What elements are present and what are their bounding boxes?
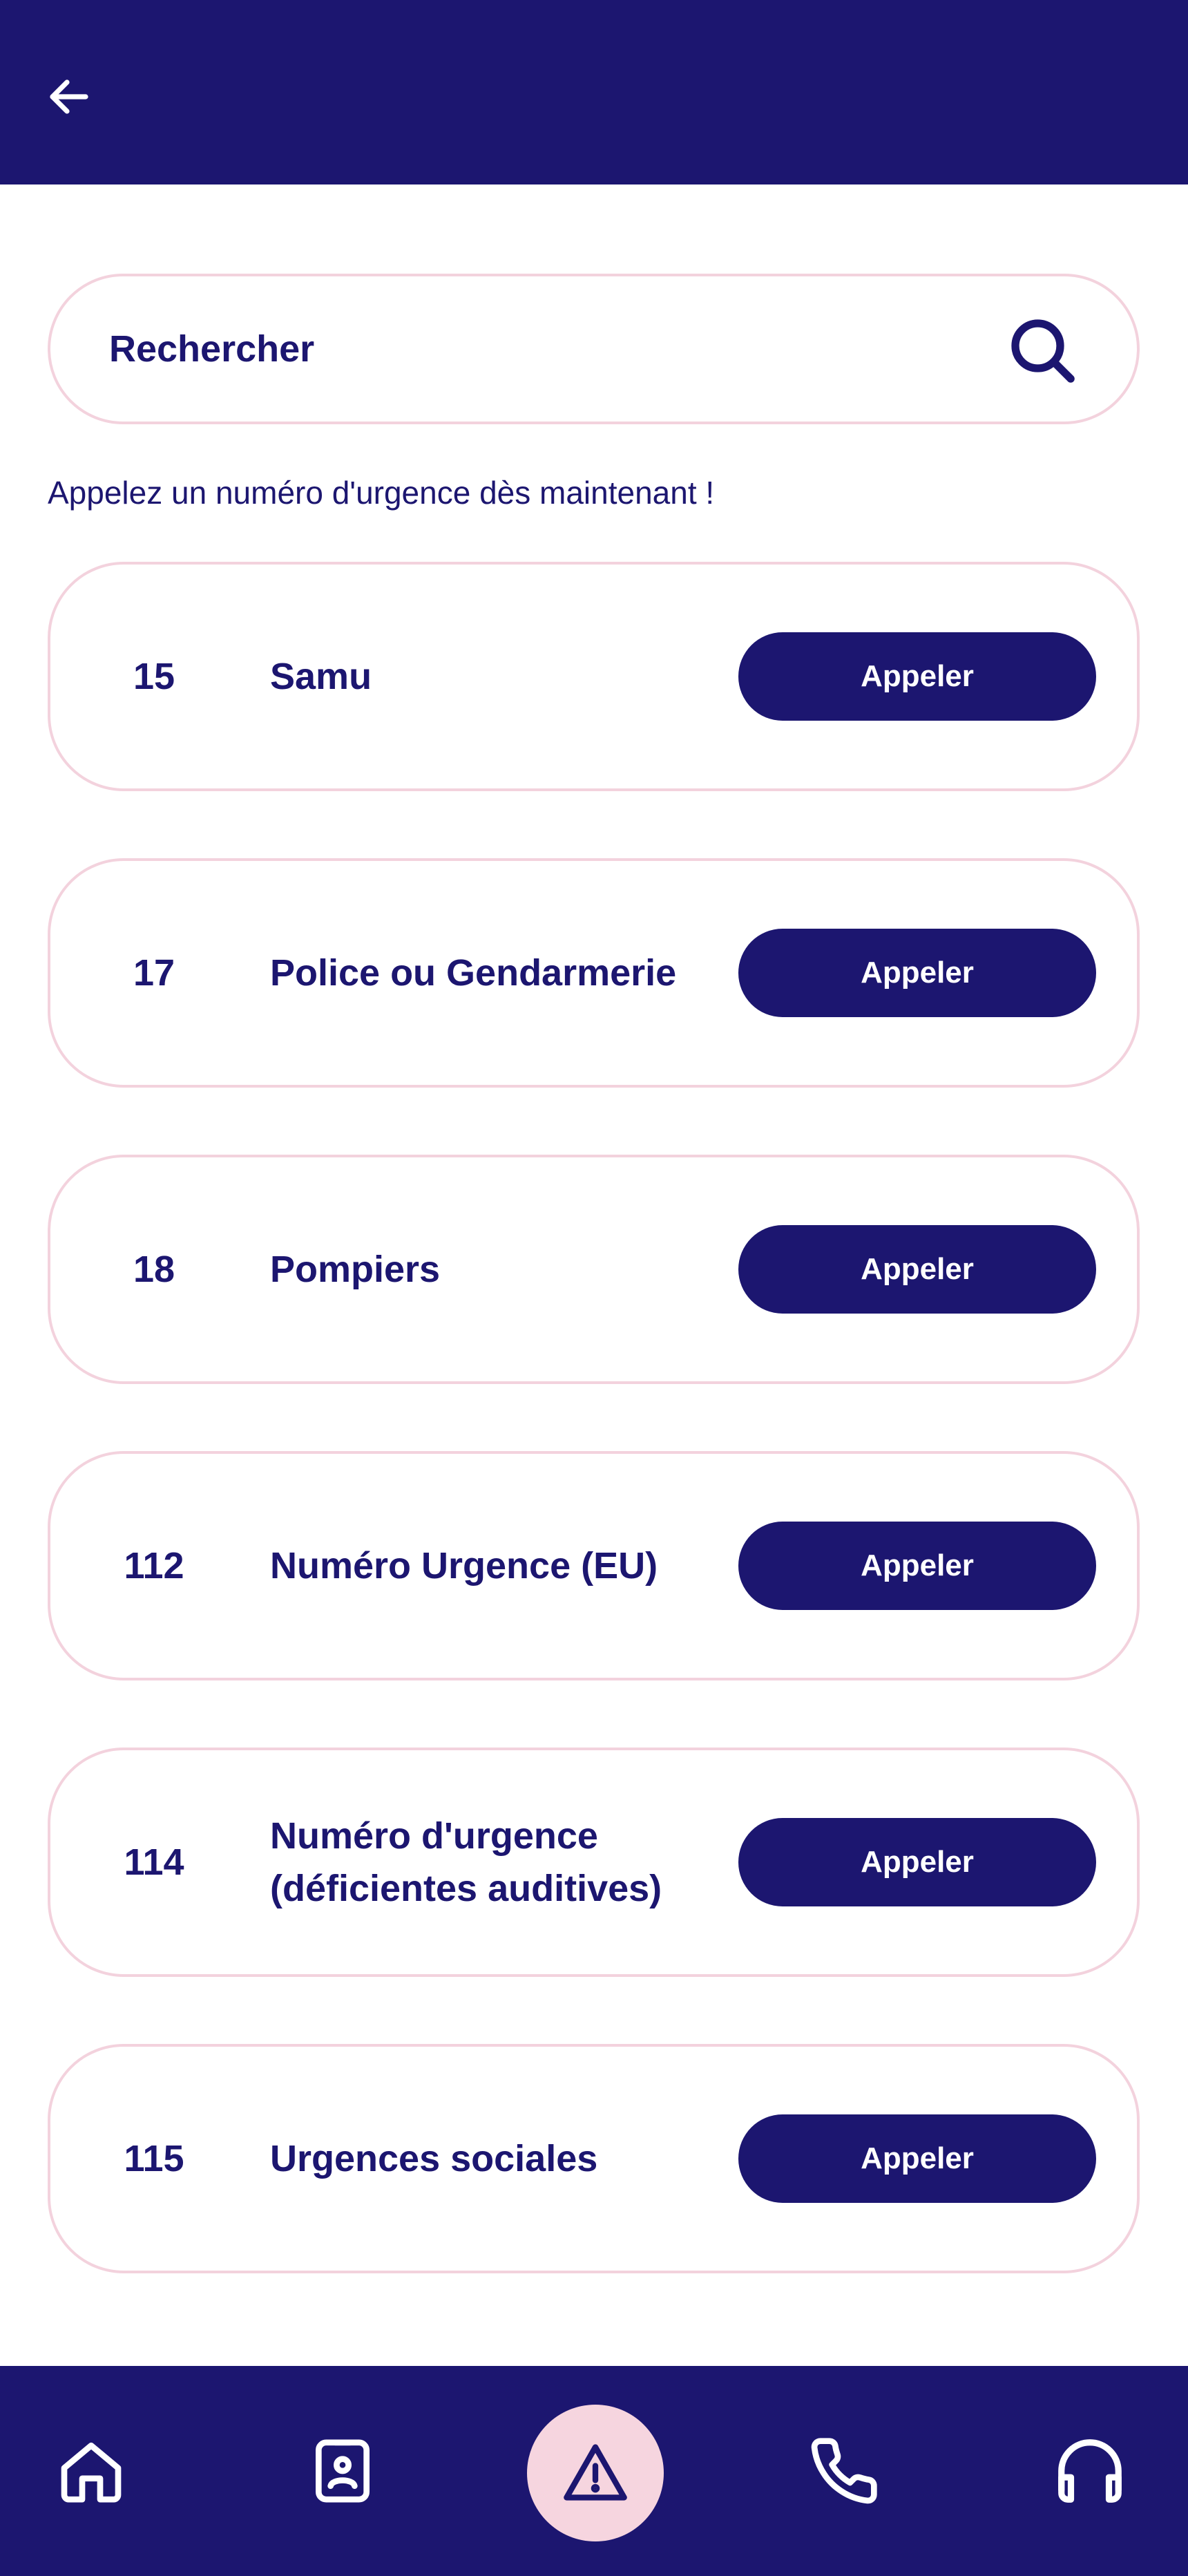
phone-icon — [811, 2438, 877, 2504]
nav-contacts[interactable] — [274, 2366, 412, 2576]
warning-icon — [564, 2444, 627, 2501]
emergency-service-name: Pompiers — [270, 1249, 441, 1290]
call-button[interactable]: Appeler — [738, 1818, 1096, 1906]
search-input[interactable] — [109, 276, 973, 422]
call-button[interactable]: Appeler — [738, 1522, 1096, 1610]
nav-home[interactable] — [22, 2366, 160, 2576]
emergency-card: 115 Urgences sociales Appeler — [48, 2044, 1140, 2273]
emergency-service-name: Numéro d'urgence (déficientes auditives) — [270, 1815, 662, 1909]
emergency-number: 18 — [133, 1249, 175, 1290]
call-button[interactable]: Appeler — [738, 929, 1096, 1017]
emergency-number: 115 — [124, 2138, 184, 2179]
emergency-card: 15 Samu Appeler — [48, 562, 1140, 791]
nav-support[interactable] — [1021, 2366, 1159, 2576]
nav-phone[interactable] — [775, 2366, 913, 2576]
emergency-card: 114 Numéro d'urgence (déficientes auditi… — [48, 1748, 1140, 1977]
call-button[interactable]: Appeler — [738, 2114, 1096, 2203]
call-button[interactable]: Appeler — [738, 1225, 1096, 1314]
emergency-number: 114 — [124, 1841, 184, 1883]
intro-text: Appelez un numéro d'urgence dès maintena… — [48, 475, 715, 511]
search-icon[interactable] — [1006, 314, 1078, 386]
back-button[interactable] — [38, 66, 100, 128]
emergency-service-name: Numéro Urgence (EU) — [270, 1545, 658, 1587]
top-app-bar — [0, 0, 1188, 184]
emergency-number-list: 15 Samu Appeler 17 Police ou Gendarmerie… — [48, 562, 1140, 2340]
home-icon — [61, 2442, 122, 2503]
emergency-number: 112 — [124, 1545, 184, 1587]
bottom-navigation — [0, 2366, 1188, 2576]
emergency-service-name: Samu — [270, 656, 372, 697]
search-bar — [48, 274, 1140, 424]
emergency-number: 15 — [133, 656, 175, 697]
emergency-number: 17 — [133, 952, 175, 994]
contact-card-icon — [316, 2439, 370, 2503]
call-button[interactable]: Appeler — [738, 632, 1096, 721]
emergency-card: 18 Pompiers Appeler — [48, 1155, 1140, 1384]
nav-emergency[interactable] — [527, 2405, 664, 2541]
headphones-icon — [1058, 2439, 1122, 2503]
arrow-left-icon — [50, 79, 88, 114]
emergency-service-name: Urgences sociales — [270, 2138, 598, 2179]
emergency-service-name: Police ou Gendarmerie — [270, 952, 677, 994]
emergency-card: 17 Police ou Gendarmerie Appeler — [48, 858, 1140, 1088]
emergency-card: 112 Numéro Urgence (EU) Appeler — [48, 1451, 1140, 1680]
